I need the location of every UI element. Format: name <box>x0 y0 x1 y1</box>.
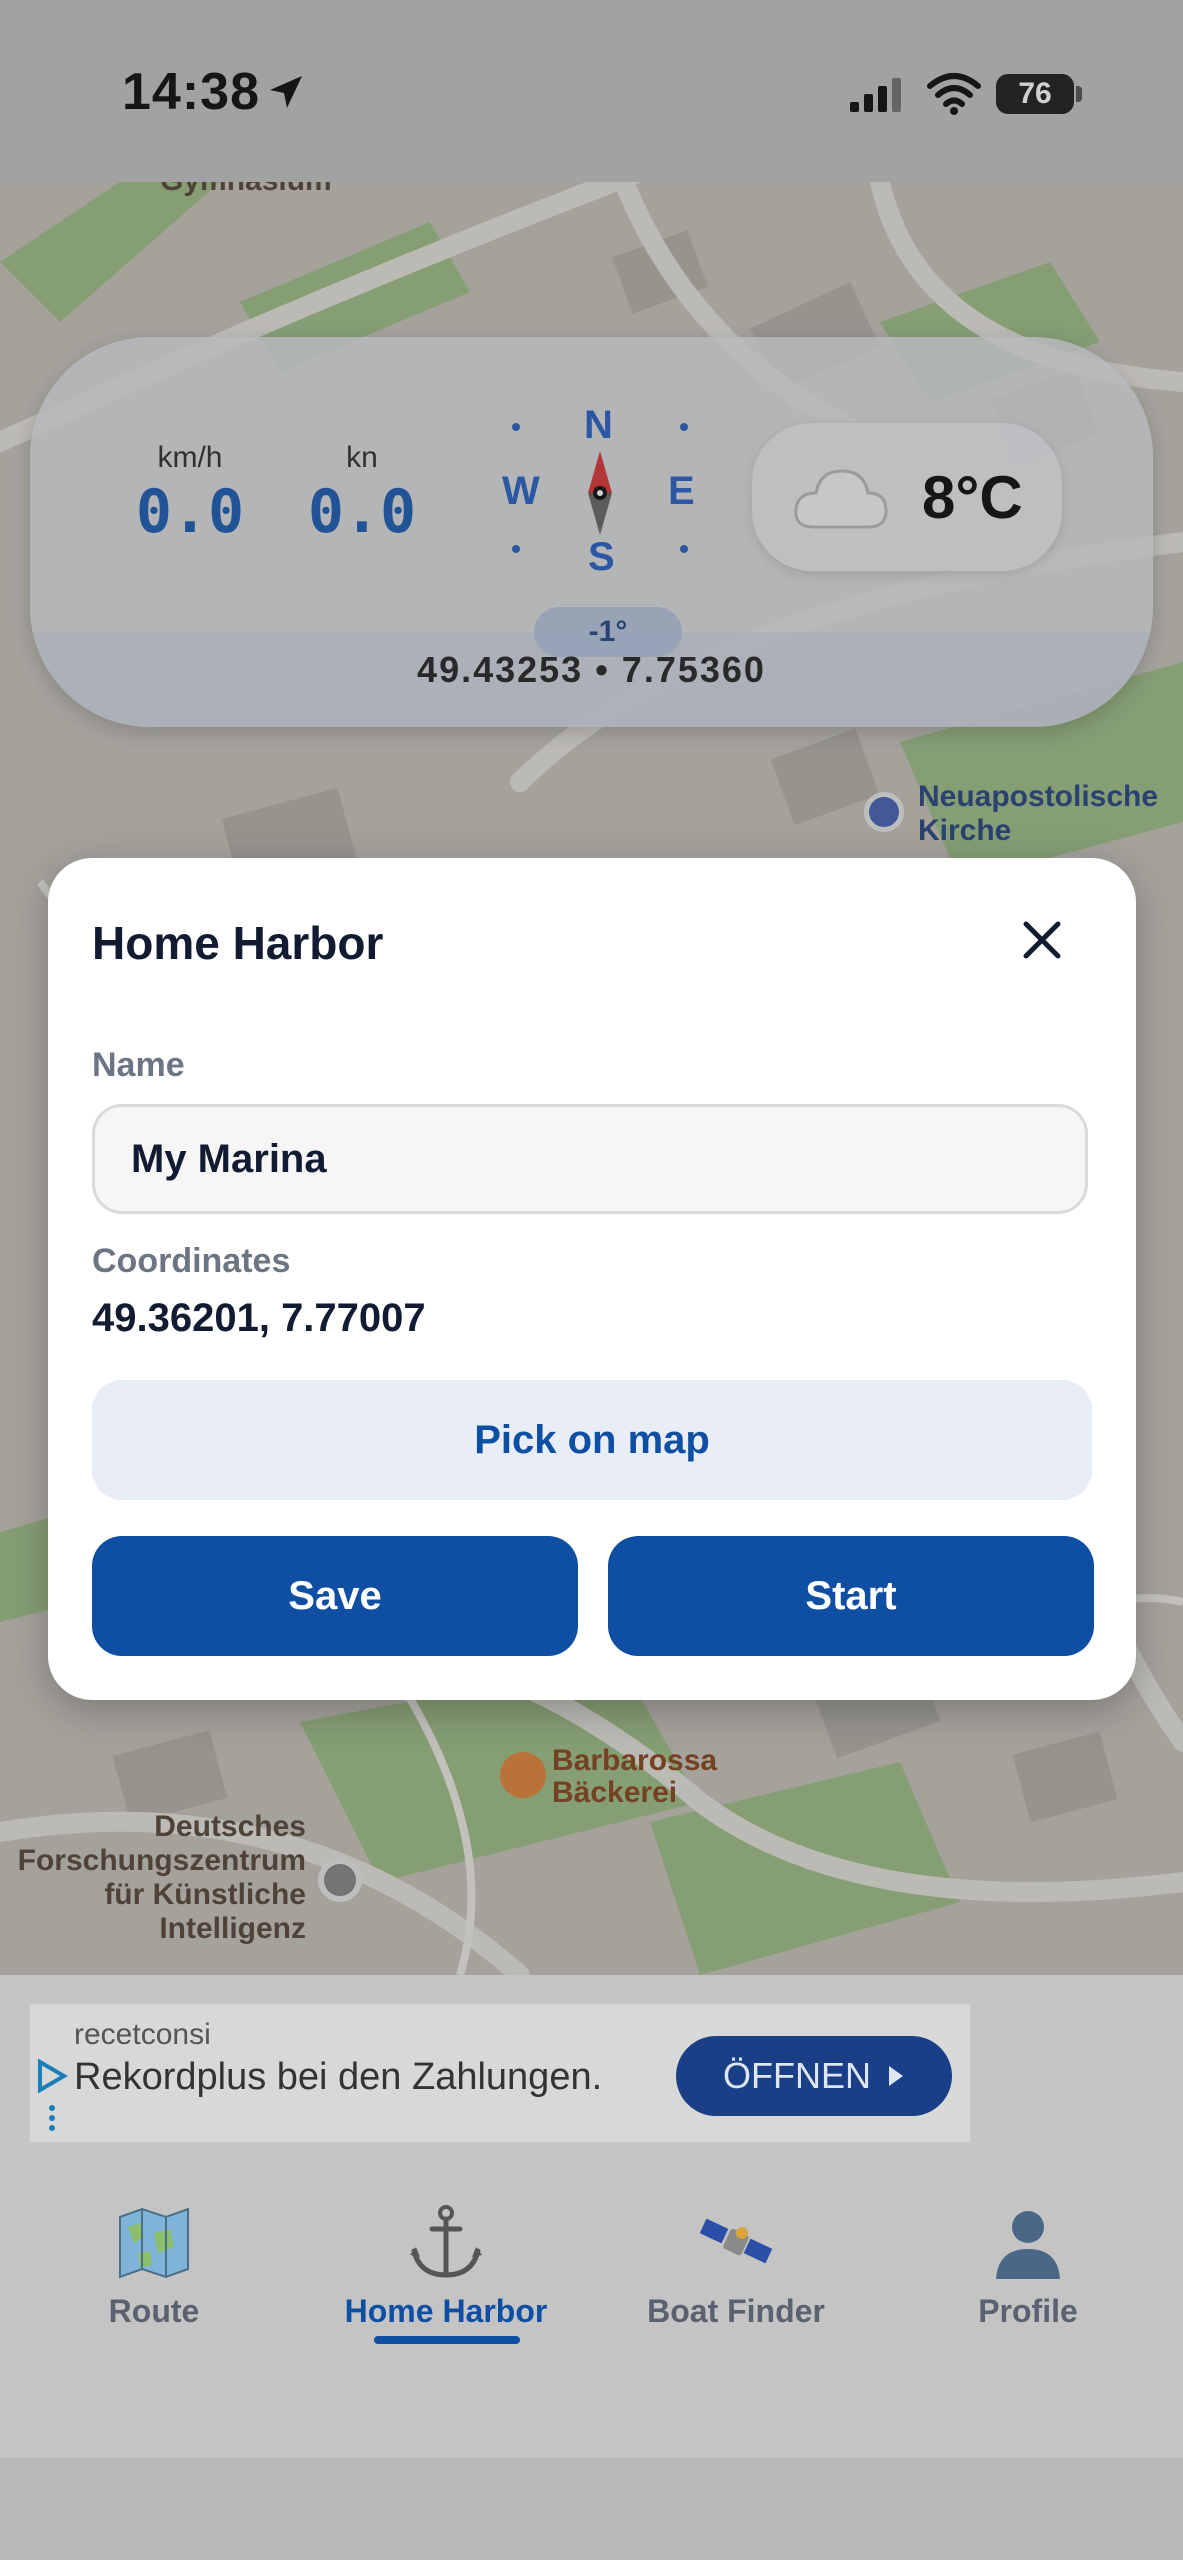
tab-home-harbor-label: Home Harbor <box>344 2293 548 2329</box>
home-indicator-area <box>0 2458 1183 2560</box>
tab-profile[interactable]: Profile <box>880 2175 1176 2355</box>
save-button[interactable]: Save <box>92 1536 578 1656</box>
tab-route-label: Route <box>108 2293 200 2329</box>
dialog-title: Home Harbor <box>92 917 384 969</box>
tab-boat-finder[interactable]: Boat Finder <box>588 2175 884 2355</box>
ad-text: Rekordplus bei den Zahlungen. <box>74 2056 603 2098</box>
tab-profile-label: Profile <box>978 2293 1078 2329</box>
map-icon <box>119 2207 189 2279</box>
coordinates-label: Coordinates <box>92 1242 291 1280</box>
ad-open-button[interactable]: ÖFFNEN <box>676 2036 952 2116</box>
ad-brand: recetconsi <box>74 2018 211 2051</box>
chevron-right-icon <box>889 2066 903 2086</box>
tab-boat-finder-label: Boat Finder <box>647 2293 825 2329</box>
tab-route[interactable]: Route <box>6 2175 302 2355</box>
name-label: Name <box>92 1046 185 1084</box>
harbor-name-input[interactable] <box>92 1104 1088 1214</box>
harbor-coordinates-value: 49.36201, 7.77007 <box>92 1296 426 1340</box>
close-icon[interactable] <box>1012 910 1072 970</box>
active-tab-indicator <box>374 2336 520 2344</box>
tab-bar: Route Home Harbor Boat Finder Profile <box>0 2175 1183 2458</box>
ad-choices-icon[interactable] <box>34 2056 70 2136</box>
ad-open-label: ÖFFNEN <box>723 2055 871 2096</box>
pick-on-map-button[interactable]: Pick on map <box>92 1380 1092 1500</box>
start-button[interactable]: Start <box>608 1536 1094 1656</box>
home-harbor-dialog: Home Harbor Name Coordinates 49.36201, 7… <box>48 858 1136 1700</box>
anchor-icon <box>410 2205 482 2278</box>
ad-banner[interactable]: recetconsi Rekordplus bei den Zahlungen.… <box>28 2002 972 2144</box>
person-icon <box>996 2211 1060 2279</box>
satellite-icon <box>699 2218 773 2264</box>
tab-home-harbor[interactable]: Home Harbor <box>298 2175 594 2355</box>
